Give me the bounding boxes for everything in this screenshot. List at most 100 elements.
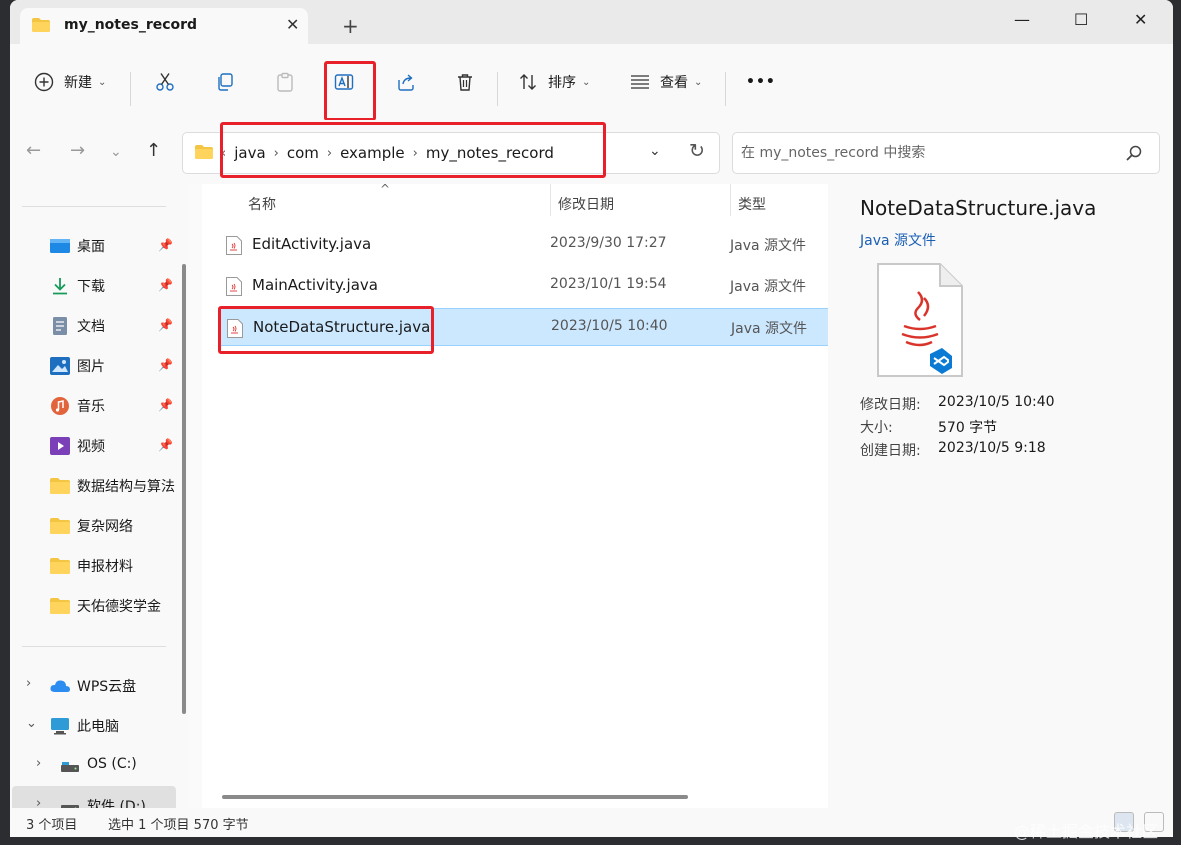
close-button[interactable]: ✕ [1134, 10, 1147, 29]
file-explorer-window: my_notes_record ✕ + — ☐ ✕ 新建 ⌄ 排序 ⌄ 查看 ⌄… [10, 0, 1173, 837]
file-type: Java 源文件 [731, 321, 808, 337]
column-header-date[interactable]: 修改日期 [558, 194, 614, 214]
java-file-large-icon [877, 263, 963, 377]
chevron-right-icon[interactable]: › [26, 676, 31, 691]
view-button[interactable]: 查看 ⌄ [630, 44, 702, 120]
music-icon [51, 397, 69, 415]
prop-label-modified: 修改日期: [860, 397, 921, 413]
column-header-name[interactable]: 名称 [248, 194, 276, 214]
folder-icon [50, 558, 70, 574]
horizontal-scrollbar[interactable] [222, 795, 688, 799]
prop-value-created: 2023/10/5 9:18 [938, 440, 1046, 456]
new-label: 新建 [64, 75, 92, 91]
tab-close-icon[interactable]: ✕ [286, 15, 299, 34]
address-dropdown-icon[interactable]: ⌄ [649, 143, 661, 159]
table-row[interactable]: EditActivity.java 2023/9/30 17:27 Java 源… [218, 226, 828, 264]
column-header-type[interactable]: 类型 [738, 194, 766, 214]
column-divider[interactable] [730, 184, 731, 216]
chevron-right-icon[interactable]: › [36, 796, 41, 808]
sidebar-item-documents[interactable]: 文档 📌 [10, 306, 180, 346]
delete-button[interactable] [455, 44, 475, 120]
sidebar-item-software-d[interactable]: › 软件 (D:) [12, 786, 176, 808]
breadcrumb: ‹ java › com › example › my_notes_record [221, 144, 562, 162]
address-bar[interactable]: ‹ java › com › example › my_notes_record… [182, 132, 720, 174]
paste-button[interactable] [275, 44, 295, 120]
rename-button[interactable] [334, 44, 354, 120]
sidebar-divider [22, 646, 166, 647]
search-box[interactable] [732, 132, 1160, 174]
drive-icon [61, 762, 79, 772]
sidebar-item-downloads[interactable]: 下载 📌 [10, 266, 180, 306]
sidebar-item-label: OS (C:) [87, 756, 137, 772]
sidebar-item-desktop[interactable]: 桌面 📌 [10, 226, 180, 266]
file-name: MainActivity.java [252, 276, 378, 294]
search-icon[interactable] [1125, 144, 1143, 162]
breadcrumb-java[interactable]: java [234, 144, 265, 162]
tab-my-notes-record[interactable]: my_notes_record ✕ [20, 8, 308, 44]
copy-button[interactable] [215, 44, 235, 120]
pin-icon[interactable]: 📌 [158, 358, 173, 372]
sidebar-item-label: WPS云盘 [77, 679, 137, 695]
new-tab-button[interactable]: + [342, 16, 359, 36]
pin-icon[interactable]: 📌 [158, 438, 173, 452]
pin-icon[interactable]: 📌 [158, 318, 173, 332]
view-label: 查看 [660, 75, 688, 91]
sidebar-item-label: 天佑德奖学金 [77, 599, 161, 615]
download-icon [53, 278, 67, 295]
navigation-pane: 桌面 📌 下载 📌 文档 📌 图片 📌 音乐 📌 视频 📌 数据结构与算法 复杂… [10, 184, 188, 808]
scissors-icon [156, 73, 174, 91]
sidebar-item-wps-cloud[interactable]: › WPS云盘 [10, 666, 180, 706]
pin-icon[interactable]: 📌 [158, 398, 173, 412]
more-icon: ••• [746, 74, 776, 90]
sidebar-scrollbar[interactable] [182, 264, 186, 714]
sidebar-item-folder[interactable]: 天佑德奖学金 [10, 586, 180, 626]
sidebar-item-label: 此电脑 [77, 719, 119, 735]
chevron-down-icon: ⌄ [694, 76, 703, 88]
sidebar-item-label: 下载 [77, 279, 105, 295]
sidebar-item-folder[interactable]: 复杂网络 [10, 506, 180, 546]
chevron-down-icon[interactable]: ⌄ [26, 716, 37, 731]
sidebar-item-os-c[interactable]: › OS (C:) [20, 746, 188, 786]
breadcrumb-com[interactable]: com [287, 144, 319, 162]
sidebar-item-pictures[interactable]: 图片 📌 [10, 346, 180, 386]
sidebar-item-music[interactable]: 音乐 📌 [10, 386, 180, 426]
share-button[interactable] [396, 44, 416, 120]
minimize-button[interactable]: — [1014, 10, 1030, 29]
up-arrow-icon[interactable]: ↑ [146, 140, 161, 161]
table-row-selected[interactable]: NoteDataStructure.java 2023/10/5 10:40 J… [218, 308, 840, 346]
toolbar-divider [725, 72, 726, 106]
maximize-button[interactable]: ☐ [1074, 10, 1088, 29]
pin-icon[interactable]: 📌 [158, 278, 173, 292]
sidebar-item-label: 申报材料 [77, 559, 133, 575]
share-icon [398, 74, 414, 91]
status-item-count: 3 个项目 [26, 818, 78, 833]
more-options-button[interactable]: ••• [746, 44, 776, 120]
cut-button[interactable] [155, 44, 175, 120]
breadcrumb-separator: › [412, 146, 418, 161]
breadcrumb-my-notes-record[interactable]: my_notes_record [426, 144, 554, 162]
file-date: 2023/10/1 19:54 [550, 276, 667, 292]
table-row[interactable]: MainActivity.java 2023/10/1 19:54 Java 源… [218, 267, 828, 305]
refresh-icon[interactable]: ↻ [689, 140, 705, 162]
file-type: Java 源文件 [730, 238, 807, 254]
column-divider[interactable] [550, 184, 551, 216]
sort-button[interactable]: 排序 ⌄ [518, 44, 590, 120]
watermark-text: @稀土掘金技术社区 [1014, 822, 1159, 841]
new-button[interactable]: 新建 ⌄ [34, 44, 106, 120]
java-file-icon [226, 277, 242, 296]
back-arrow-icon[interactable]: ← [26, 140, 41, 161]
title-bar: my_notes_record ✕ + — ☐ ✕ [10, 0, 1173, 44]
sidebar-item-label: 视频 [77, 439, 105, 455]
pin-icon[interactable]: 📌 [158, 238, 173, 252]
sidebar-item-folder[interactable]: 数据结构与算法 [10, 466, 180, 506]
sidebar-item-videos[interactable]: 视频 📌 [10, 426, 180, 466]
sidebar-item-this-pc[interactable]: ⌄ 此电脑 [10, 706, 180, 746]
sidebar-item-folder[interactable]: 申报材料 [10, 546, 180, 586]
sidebar-item-label: 软件 (D:) [87, 799, 146, 808]
chevron-right-icon[interactable]: › [36, 756, 41, 771]
search-input[interactable] [741, 141, 1111, 165]
recent-chevron-icon[interactable]: ⌄ [110, 144, 122, 160]
forward-arrow-icon[interactable]: → [70, 140, 85, 161]
breadcrumb-example[interactable]: example [340, 144, 405, 162]
sidebar-item-label: 数据结构与算法 [77, 479, 175, 495]
